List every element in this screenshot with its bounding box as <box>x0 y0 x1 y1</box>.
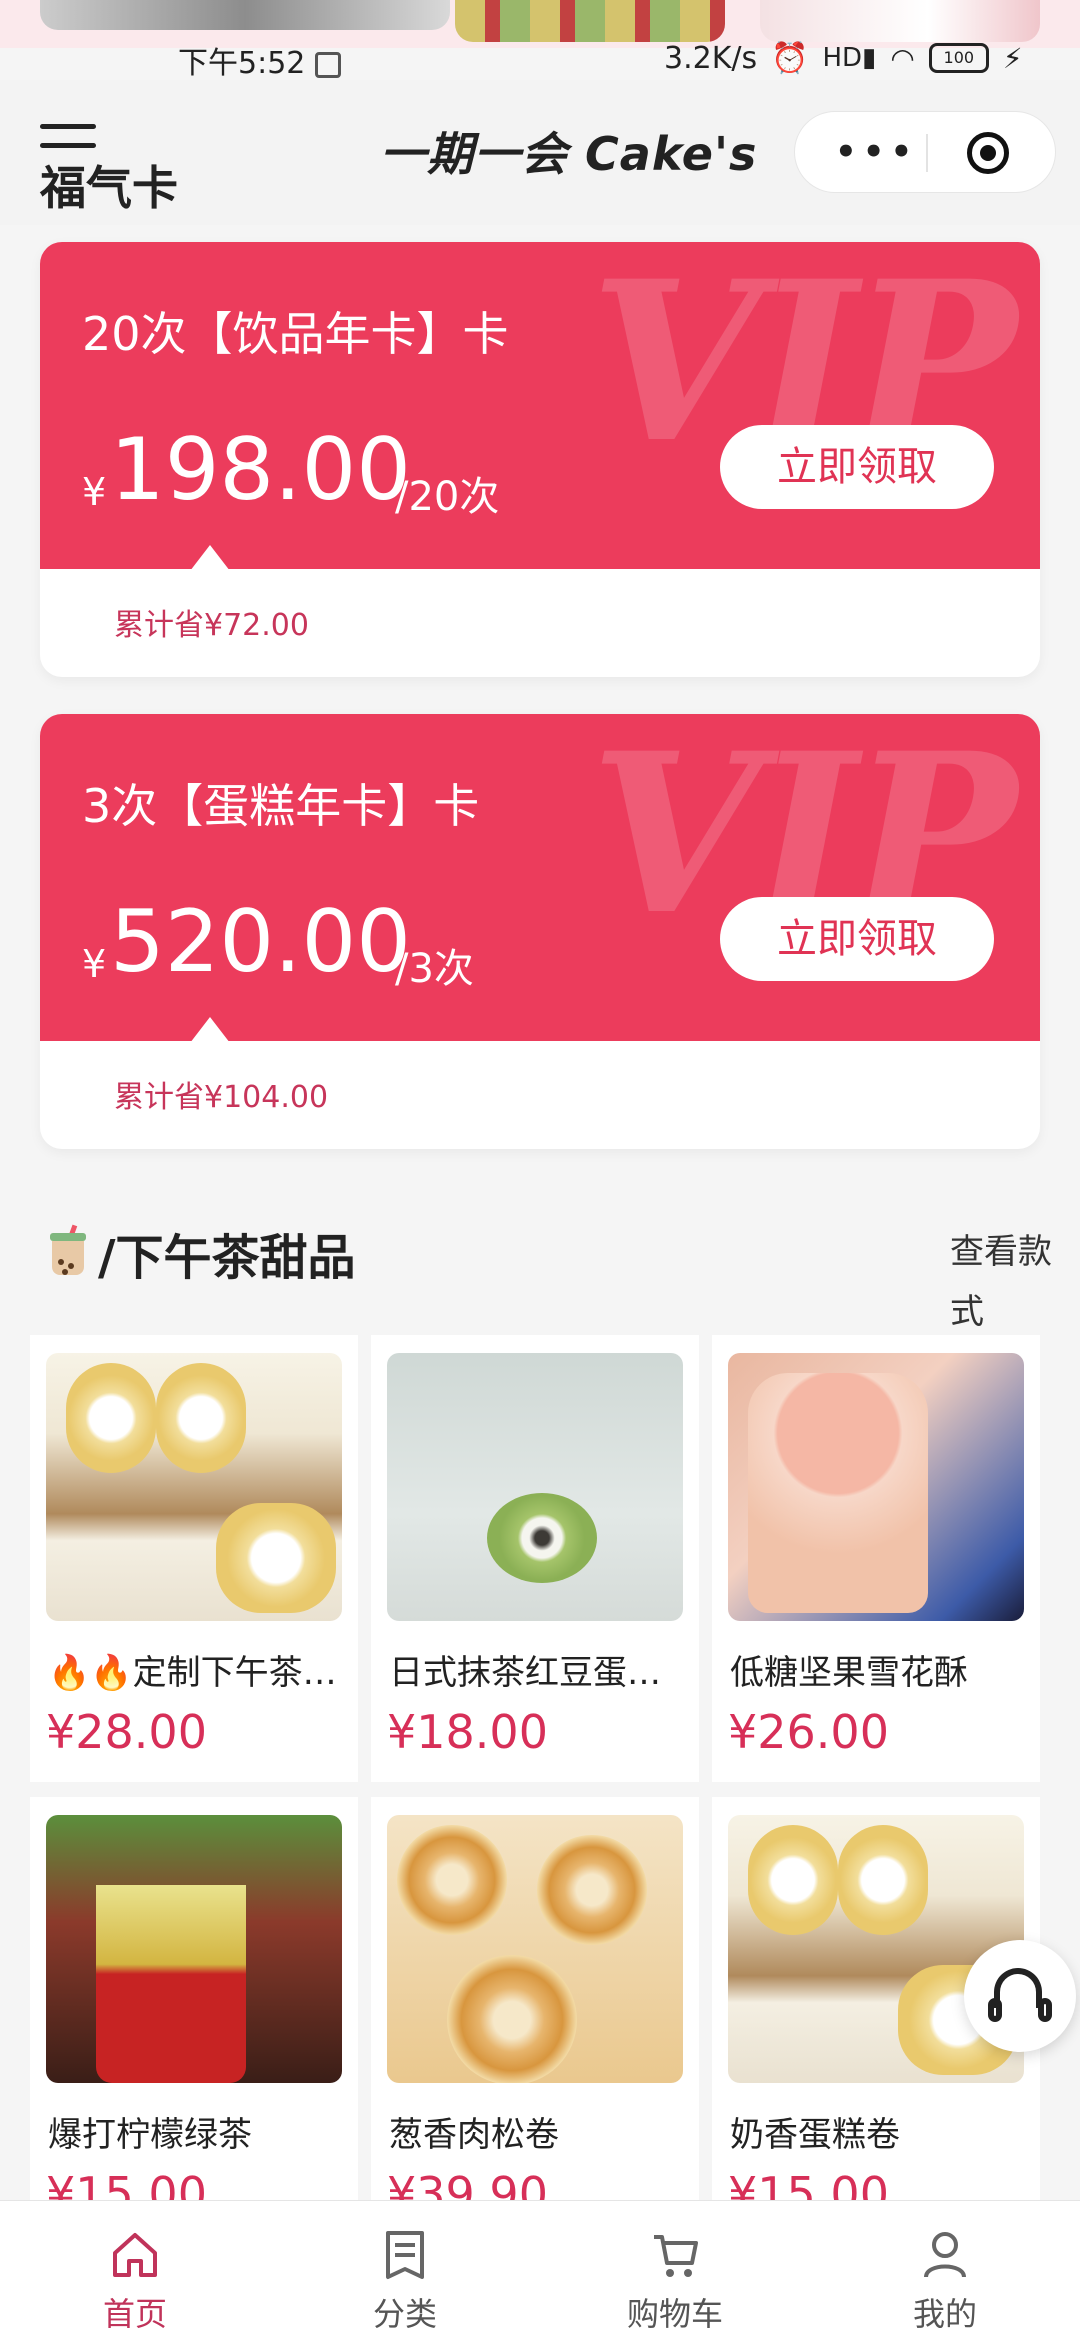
capsule-divider <box>926 134 928 172</box>
vip-card-unit: /3次 <box>395 946 474 992</box>
list-icon <box>386 2231 424 2279</box>
card-notch <box>190 1017 230 1041</box>
product-card[interactable]: 爆打柠檬绿茶 ¥15.00 <box>30 1797 358 2244</box>
menu-icon-line <box>40 143 96 148</box>
currency-symbol: ¥ <box>82 470 107 514</box>
wifi-icon: ◠ <box>890 41 915 75</box>
product-image[interactable] <box>387 1815 683 2083</box>
product-image[interactable] <box>387 1353 683 1621</box>
page-title: 福气卡 <box>40 161 178 215</box>
close-target-icon[interactable] <box>967 132 1009 174</box>
banner-image <box>455 0 725 42</box>
vip-card[interactable]: VIP 3次【蛋糕年卡】卡 ¥ 520.00 /3次 立即领取 累计省¥104.… <box>40 714 1040 1149</box>
vip-card-unit: /20次 <box>395 474 500 520</box>
vip-card[interactable]: VIP 20次【饮品年卡】卡 ¥ 198.00 /20次 立即领取 累计省¥72… <box>40 242 1040 677</box>
menu-icon[interactable] <box>40 124 96 129</box>
miniprogram-capsule: ••• <box>794 111 1056 193</box>
tab-label: 我的 <box>912 2295 977 2333</box>
vip-card-header: VIP 3次【蛋糕年卡】卡 ¥ 520.00 /3次 立即领取 <box>40 714 1040 1041</box>
claim-button[interactable]: 立即领取 <box>720 425 994 509</box>
product-name: 🔥🔥定制下午茶… <box>48 1653 337 1693</box>
product-image[interactable] <box>46 1353 342 1621</box>
product-card[interactable]: 低糖坚果雪花酥 ¥26.00 <box>712 1335 1040 1782</box>
vip-card-price: 198.00 <box>110 420 411 520</box>
product-card[interactable]: 葱香肉松卷 ¥39.90 <box>371 1797 699 2244</box>
signal-icon: HD▮ <box>822 43 877 73</box>
product-image[interactable] <box>728 1815 1024 2083</box>
more-icon[interactable]: ••• <box>835 132 918 172</box>
tab-home[interactable]: 首页 <box>0 2201 270 2341</box>
product-price: ¥28.00 <box>46 1705 207 1759</box>
product-card[interactable]: 日式抹茶红豆蛋… ¥18.00 <box>371 1335 699 1782</box>
product-price: ¥18.00 <box>387 1705 548 1759</box>
bottom-tab-bar: 首页 分类 购物车 我的 <box>0 2200 1080 2341</box>
alarm-icon: ⏰ <box>771 40 809 76</box>
tab-cart[interactable]: 购物车 <box>540 2201 810 2341</box>
vip-card-name: 3次【蛋糕年卡】卡 <box>82 779 480 833</box>
status-time: 下午5:52 <box>178 38 342 81</box>
currency-symbol: ¥ <box>82 942 107 986</box>
product-name: 葱香肉松卷 <box>389 2115 559 2155</box>
section-title: /下午茶甜品 <box>48 1218 356 1288</box>
tab-label: 分类 <box>372 2295 437 2333</box>
tab-label: 购物车 <box>626 2295 723 2333</box>
view-style-link[interactable]: 查看款式 <box>950 1222 1060 1342</box>
vip-card-savings: 累计省¥104.00 <box>114 1080 329 1115</box>
claim-button[interactable]: 立即领取 <box>720 897 994 981</box>
battery-icon: 100 <box>928 43 989 73</box>
headset-icon-left <box>988 1998 1002 2022</box>
banner-image <box>40 0 450 30</box>
product-name: 奶香蛋糕卷 <box>730 2115 900 2155</box>
product-name: 日式抹茶红豆蛋… <box>389 1653 661 1693</box>
headset-icon-right <box>1038 1998 1052 2022</box>
product-image[interactable] <box>46 1815 342 2083</box>
notification-icon <box>315 51 342 78</box>
brand-title: 一期一会 Cake's <box>380 127 758 181</box>
product-name: 低糖坚果雪花酥 <box>730 1653 968 1693</box>
vip-card-name: 20次【饮品年卡】卡 <box>82 307 509 361</box>
banner-image <box>760 0 1040 42</box>
product-price: ¥26.00 <box>728 1705 889 1759</box>
charging-icon: ⚡ <box>1002 41 1023 75</box>
home-icon <box>113 2233 157 2277</box>
vip-card-savings: 累计省¥72.00 <box>114 608 309 643</box>
tab-profile[interactable]: 我的 <box>810 2201 1080 2341</box>
network-speed: 3.2K/s <box>664 40 758 76</box>
tab-label: 首页 <box>102 2295 167 2333</box>
section-title-text: /下午茶甜品 <box>98 1230 356 1286</box>
product-name: 爆打柠檬绿茶 <box>48 2115 252 2155</box>
bubble-tea-icon <box>48 1224 88 1279</box>
vip-card-price: 520.00 <box>110 892 411 992</box>
card-notch <box>190 545 230 569</box>
cart-icon <box>654 2235 698 2277</box>
product-image[interactable] <box>728 1353 1024 1621</box>
status-right: 3.2K/s ⏰ HD▮ ◠ 100 ⚡ <box>664 38 1022 78</box>
tab-category[interactable]: 分类 <box>270 2201 540 2341</box>
user-icon <box>924 2232 966 2278</box>
vip-card-header: VIP 20次【饮品年卡】卡 ¥ 198.00 /20次 立即领取 <box>40 242 1040 569</box>
customer-service-button[interactable] <box>964 1940 1076 2052</box>
product-card[interactable]: 🔥🔥定制下午茶… ¥28.00 <box>30 1335 358 1782</box>
